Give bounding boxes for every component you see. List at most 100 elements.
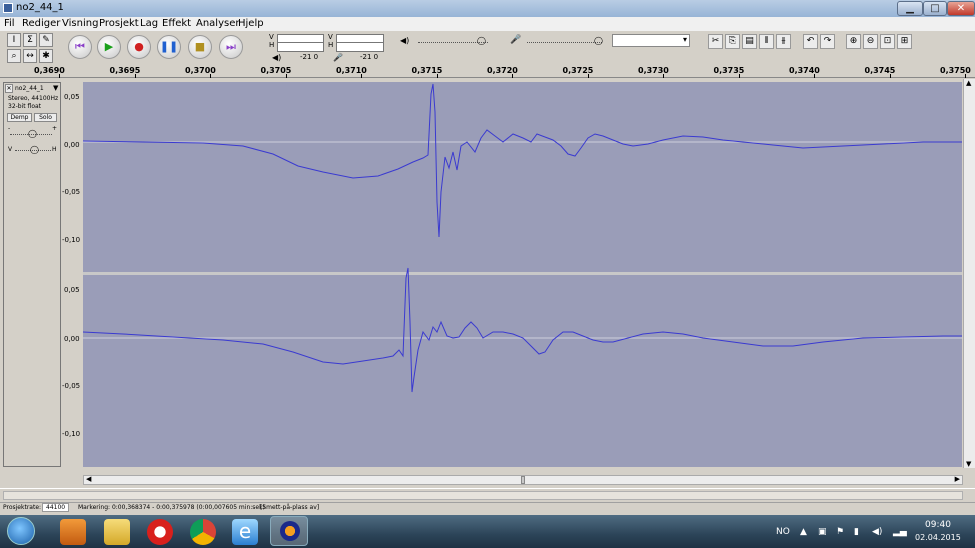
language-indicator[interactable]: NO xyxy=(776,527,790,537)
multi-tool[interactable]: ✱ xyxy=(39,49,53,63)
input-volume-icon: 🎤 xyxy=(510,35,522,45)
undo-button[interactable]: ↶ xyxy=(803,34,818,49)
input-volume-thumb[interactable]: ◯ xyxy=(594,36,603,45)
selection-field[interactable] xyxy=(3,491,963,500)
record-button[interactable]: ● xyxy=(127,35,151,59)
scroll-up-icon[interactable]: ▲ xyxy=(966,79,971,87)
internet-explorer-icon[interactable]: e xyxy=(232,519,258,545)
pan-slider-thumb[interactable]: ◯ xyxy=(30,145,39,154)
stop-button[interactable]: ■ xyxy=(188,35,212,59)
copy-button[interactable]: ⎘ xyxy=(725,34,740,49)
skip-end-button[interactable]: ⏭ xyxy=(219,35,243,59)
gain-slider-thumb[interactable]: ◯ xyxy=(28,129,37,138)
opera-icon[interactable] xyxy=(147,519,173,545)
volume-icon[interactable]: ◀) xyxy=(872,527,882,537)
draw-tool[interactable]: ✎ xyxy=(39,33,53,47)
timeshift-tool[interactable]: ↔ xyxy=(23,49,37,63)
scroll-thumb[interactable] xyxy=(521,476,525,484)
play-button[interactable]: ▶ xyxy=(97,35,121,59)
minimize-button[interactable]: ▁ xyxy=(897,1,923,16)
project-rate-value[interactable]: 44100 xyxy=(42,503,70,512)
ruler-tick xyxy=(59,74,60,78)
maximize-button[interactable]: □ xyxy=(923,1,947,16)
record-meter-right[interactable] xyxy=(336,42,384,52)
ruler-tick-label: 0,3730 xyxy=(638,66,669,75)
pan-left-label: V xyxy=(8,146,13,153)
ruler-tick xyxy=(889,74,891,78)
fit-selection-button[interactable]: ⊡ xyxy=(880,34,895,49)
amplitude-scale-label: 0,05 xyxy=(64,286,80,294)
horizontal-scrollbar[interactable]: ◀ ▶ xyxy=(83,475,963,485)
amplitude-scale-label: 0,05 xyxy=(64,93,80,101)
media-app-icon[interactable] xyxy=(60,519,86,545)
menu-fil[interactable]: Fil xyxy=(4,18,15,29)
envelope-tool[interactable]: Σ xyxy=(23,33,37,47)
ruler-tick-label: 0,3705 xyxy=(260,66,292,75)
tray-expand-icon[interactable]: ▲ xyxy=(800,527,807,537)
scroll-right-icon[interactable]: ▶ xyxy=(955,475,960,483)
chevron-down-icon: ▾ xyxy=(682,35,687,44)
fit-project-button[interactable]: ⊞ xyxy=(897,34,912,49)
network-icon[interactable]: ▮ xyxy=(854,527,859,537)
menu-lag[interactable]: Lag xyxy=(140,18,158,29)
ruler-tick xyxy=(738,74,740,78)
skip-start-button[interactable]: ⏮ xyxy=(68,35,92,59)
ruler-tick-label: 0,3715 xyxy=(411,66,443,75)
tray-app-icon[interactable]: ▣ xyxy=(818,527,827,537)
input-source-select[interactable]: ▾ xyxy=(612,34,690,47)
ruler-tick xyxy=(134,74,136,78)
waveform-display[interactable] xyxy=(83,82,962,467)
vertical-scrollbar[interactable]: ▲ ▼ xyxy=(963,79,975,468)
track-control-panel: ✕ no2_44_1 ▼ Stereo, 44100Hz 32-bit floa… xyxy=(3,82,61,467)
start-button[interactable] xyxy=(7,517,35,545)
project-rate-label: Prosjektrate: xyxy=(3,504,42,511)
audacity-taskbar-icon[interactable] xyxy=(270,516,308,546)
menu-visning[interactable]: Visning xyxy=(62,18,98,29)
track-menu-chevron-icon[interactable]: ▼ xyxy=(53,84,58,92)
play-meter-right[interactable] xyxy=(277,42,324,52)
scroll-left-icon[interactable]: ◀ xyxy=(86,475,91,483)
selection-tool[interactable]: I xyxy=(7,33,21,47)
menu-prosjekt[interactable]: Prosjekt xyxy=(99,18,139,29)
ruler-tick xyxy=(587,74,589,78)
silence-button[interactable]: ⫵ xyxy=(776,34,791,49)
zoom-in-button[interactable]: ⊕ xyxy=(846,34,861,49)
record-meter-label: V H xyxy=(328,33,334,49)
menu-analyser[interactable]: Analyser xyxy=(196,18,239,29)
track-name[interactable]: no2_44_1 xyxy=(15,85,44,92)
scroll-down-icon[interactable]: ▼ xyxy=(966,460,971,468)
output-volume-thumb[interactable]: ◯ xyxy=(477,36,486,45)
waveform-channel-right[interactable] xyxy=(83,275,962,467)
input-volume-slider[interactable] xyxy=(527,42,602,44)
amplitude-scale-label: -0,05 xyxy=(62,188,81,196)
ruler-tick-label: 0,3750 xyxy=(940,66,971,75)
clock-time[interactable]: 09:40 xyxy=(925,520,951,530)
pause-button[interactable]: ❚❚ xyxy=(157,35,181,59)
solo-button[interactable]: Solo xyxy=(34,113,57,122)
amplitude-scale-label: 0,00 xyxy=(64,335,80,343)
cut-button[interactable]: ✂ xyxy=(708,34,723,49)
ruler-tick-label: 0,3710 xyxy=(336,66,367,75)
action-center-flag-icon[interactable]: ⚑ xyxy=(836,527,844,537)
app-icon xyxy=(3,3,13,13)
title-bar: no2_44_1 ▁ □ ✕ xyxy=(0,0,975,17)
signal-icon[interactable]: ▂▄ xyxy=(893,527,907,537)
window-title: no2_44_1 xyxy=(16,2,64,13)
pan-right-label: H xyxy=(52,146,57,153)
menu-effekt[interactable]: Effekt xyxy=(162,18,191,29)
close-button[interactable]: ✕ xyxy=(947,1,975,16)
chrome-icon[interactable] xyxy=(190,519,216,545)
trim-button[interactable]: ⫴ xyxy=(759,34,774,49)
waveform-channel-left[interactable] xyxy=(83,82,962,272)
paste-button[interactable]: ▤ xyxy=(742,34,757,49)
menu-hjelp[interactable]: Hjelp xyxy=(238,18,264,29)
redo-button[interactable]: ↷ xyxy=(820,34,835,49)
mute-button[interactable]: Demp xyxy=(7,113,32,122)
channel-divider xyxy=(83,272,962,275)
zoom-tool[interactable]: ⌕ xyxy=(7,49,21,63)
track-close-button[interactable]: ✕ xyxy=(5,84,13,93)
zoom-out-button[interactable]: ⊖ xyxy=(863,34,878,49)
file-explorer-icon[interactable] xyxy=(104,519,130,545)
clock-date[interactable]: 02.04.2015 xyxy=(915,533,961,542)
menu-rediger[interactable]: Rediger xyxy=(22,18,60,29)
